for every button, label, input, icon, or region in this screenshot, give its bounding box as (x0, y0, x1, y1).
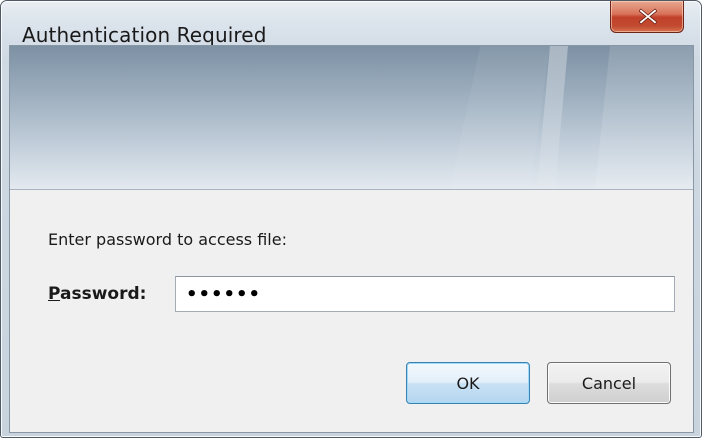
password-label-rest: assword: (60, 284, 147, 304)
dialog-body: Enter password to access file: Password:… (9, 45, 694, 433)
password-label-mnemonic: P (48, 284, 61, 304)
banner-glass-decoration (450, 46, 693, 189)
header-banner (10, 46, 693, 190)
title-bar[interactable]: Authentication Required (1, 1, 701, 47)
prompt-text: Enter password to access file: (48, 230, 287, 249)
password-label: Password: (48, 284, 146, 304)
close-x-icon (639, 8, 657, 25)
ok-button[interactable]: OK (406, 362, 530, 404)
window-title: Authentication Required (22, 23, 267, 47)
cancel-button[interactable]: Cancel (547, 362, 671, 404)
password-field[interactable] (175, 276, 675, 312)
close-button[interactable] (610, 1, 684, 33)
auth-dialog-window: Authentication Required Enter password t… (0, 0, 702, 438)
